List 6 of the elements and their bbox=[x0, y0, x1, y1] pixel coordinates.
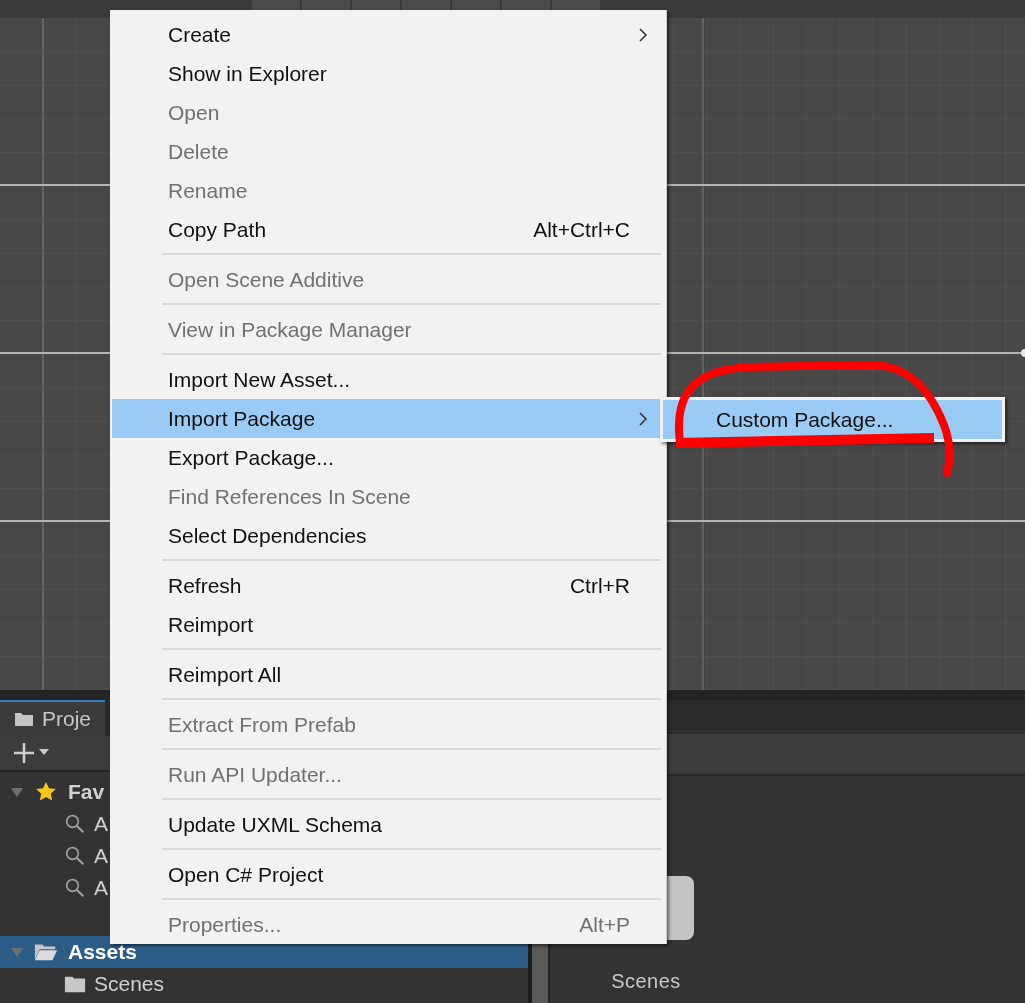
tree-label: A bbox=[94, 812, 108, 836]
tree-label: Fav bbox=[68, 780, 105, 804]
tree-label: A bbox=[94, 876, 108, 900]
tree-label: A bbox=[94, 844, 108, 868]
tree-label: Assets bbox=[68, 940, 137, 964]
tree-label: Scenes bbox=[94, 972, 165, 996]
